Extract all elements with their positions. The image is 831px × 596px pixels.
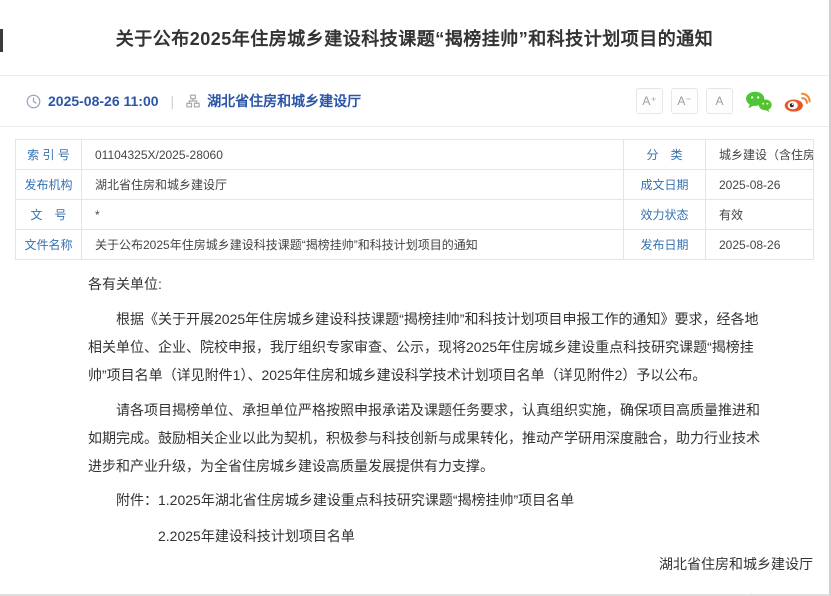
source-link[interactable]: 湖北省住房和城乡建设厅	[207, 91, 361, 111]
clock-icon	[26, 94, 41, 109]
document-info-table: 索 引 号 01104325X/2025-28060 分 类 城乡建设（含住房）…	[15, 139, 814, 260]
field-value-written-date: 2025-08-26	[706, 170, 814, 200]
paragraph-2: 请各项目揭榜单位、承担单位严格按照申报承诺及课题任务要求，认真组织实施，确保项目…	[88, 396, 763, 480]
attachment-item-1: 1.2025年湖北省住房城乡建设重点科技研究课题“揭榜挂帅”项目名单	[158, 492, 574, 508]
table-row: 索 引 号 01104325X/2025-28060 分 类 城乡建设（含住房）	[16, 140, 814, 170]
issue-date: 2025年8月26日	[0, 587, 813, 596]
attachments-line: 附件：1.2025年湖北省住房城乡建设重点科技研究课题“揭榜挂帅”项目名单	[88, 486, 763, 514]
field-label-doc-title: 文件名称	[16, 230, 82, 260]
field-label-doc-number: 文 号	[16, 200, 82, 230]
field-value-index-number: 01104325X/2025-28060	[82, 140, 624, 170]
table-row: 文件名称 关于公布2025年住房城乡建设科技课题“揭榜挂帅”和科技计划项目的通知…	[16, 230, 814, 260]
field-value-doc-number: *	[82, 200, 624, 230]
field-label-issuing-agency: 发布机构	[16, 170, 82, 200]
font-reset-button[interactable]: A	[706, 88, 733, 114]
attachments-label: 附件：	[116, 492, 158, 508]
meta-separator: |	[171, 93, 175, 109]
field-label-category: 分 类	[624, 140, 706, 170]
issuing-agency-signature: 湖北省住房和城乡建设厅	[0, 550, 813, 578]
field-label-publish-date: 发布日期	[624, 230, 706, 260]
font-increase-button[interactable]: A⁺	[636, 88, 663, 114]
publish-datetime: 2025-08-26 11:00	[48, 93, 159, 109]
table-row: 发布机构 湖北省住房和城乡建设厅 成文日期 2025-08-26	[16, 170, 814, 200]
signature-block: 湖北省住房和城乡建设厅 2025年8月26日	[0, 550, 813, 596]
field-value-doc-title: 关于公布2025年住房城乡建设科技课题“揭榜挂帅”和科技计划项目的通知	[82, 230, 624, 260]
wechat-share-icon[interactable]	[745, 90, 772, 113]
table-row: 文 号 * 效力状态 有效	[16, 200, 814, 230]
field-value-issuing-agency: 湖北省住房和城乡建设厅	[82, 170, 624, 200]
org-icon	[186, 94, 200, 108]
meta-left: 2025-08-26 11:00 | 湖北省住房和城乡建设厅	[26, 91, 361, 111]
paragraph-1: 根据《关于开展2025年住房城乡建设科技课题“揭榜挂帅”和科技计划项目申报工作的…	[88, 305, 763, 389]
meta-right: A⁺ A⁻ A	[628, 88, 811, 114]
title-bar: 关于公布2025年住房城乡建设科技课题“揭榜挂帅”和科技计划项目的通知	[0, 0, 829, 76]
field-label-index-number: 索 引 号	[16, 140, 82, 170]
field-label-written-date: 成文日期	[624, 170, 706, 200]
field-value-validity-status: 有效	[706, 200, 814, 230]
meta-bar: 2025-08-26 11:00 | 湖北省住房和城乡建设厅 A⁺ A⁻ A	[0, 76, 829, 127]
font-decrease-button[interactable]: A⁻	[671, 88, 698, 114]
notice-page: 关于公布2025年住房城乡建设科技课题“揭榜挂帅”和科技计划项目的通知 2025…	[0, 0, 831, 596]
field-value-publish-date: 2025-08-26	[706, 230, 814, 260]
field-value-category: 城乡建设（含住房）	[706, 140, 814, 170]
document-body: 各有关单位: 根据《关于开展2025年住房城乡建设科技课题“揭榜挂帅”和科技计划…	[88, 270, 763, 550]
field-label-validity-status: 效力状态	[624, 200, 706, 230]
window-edge-artifact	[0, 29, 3, 52]
weibo-share-icon[interactable]	[784, 90, 811, 113]
page-title: 关于公布2025年住房城乡建设科技课题“揭榜挂帅”和科技计划项目的通知	[116, 25, 714, 51]
attachment-item-2: 2.2025年建设科技计划项目名单	[88, 522, 763, 550]
salutation: 各有关单位:	[88, 270, 763, 298]
